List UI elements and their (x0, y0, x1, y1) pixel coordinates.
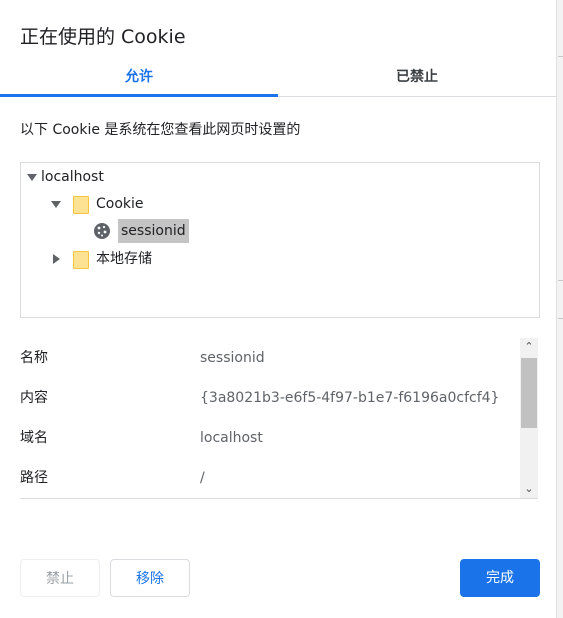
dialog-title: 正在使用的 Cookie (20, 26, 186, 48)
tree-item-cookie-folder[interactable]: Cookie (21, 192, 221, 216)
tab-blocked[interactable]: 已禁止 (278, 58, 556, 96)
tree-item-label: 本地存储 (96, 251, 152, 267)
cookie-details-panel[interactable]: 名称 sessionid 内容 {3a8021b3-e6f5-4f97-b1e7… (20, 338, 538, 499)
folder-icon (73, 196, 89, 214)
scroll-thumb[interactable] (521, 358, 537, 428)
folder-icon (73, 251, 89, 269)
cookies-dialog: 正在使用的 Cookie 允许 已禁止 以下 Cookie 是系统在您查看此网页… (0, 0, 556, 618)
tree-item-label: localhost (41, 169, 104, 185)
tab-allowed[interactable]: 允许 (0, 58, 278, 97)
scroll-down-icon[interactable]: ⌄ (520, 480, 538, 498)
details-scrollbar[interactable]: ⌃ ⌄ (520, 338, 538, 498)
detail-key: 路径 (20, 470, 48, 486)
tree-item-label: Cookie (96, 196, 144, 212)
detail-key: 内容 (20, 390, 48, 406)
edge-mark (558, 280, 563, 281)
done-button[interactable]: 完成 (460, 559, 540, 597)
block-button[interactable]: 禁止 (20, 559, 100, 597)
detail-value: localhost (200, 430, 263, 446)
detail-value: {3a8021b3-e6f5-4f97-b1e7-f6196a0cfcf4} (200, 390, 500, 406)
expand-arrow-icon[interactable] (51, 201, 61, 208)
background-page-edge (556, 0, 563, 618)
tree-item-localhost[interactable]: localhost (21, 165, 221, 189)
edge-mark (558, 318, 563, 319)
tab-bar: 允许 已禁止 (0, 58, 556, 97)
cookie-tree: localhost Cookie sessionid 本地存储 (20, 162, 540, 318)
tree-item-sessionid[interactable]: sessionid (21, 219, 221, 243)
remove-button[interactable]: 移除 (110, 559, 190, 597)
cookie-icon (94, 223, 110, 239)
detail-value: sessionid (200, 350, 265, 366)
detail-row-domain: 域名 localhost (20, 418, 518, 458)
description-text: 以下 Cookie 是系统在您查看此网页时设置的 (20, 122, 301, 138)
detail-key: 域名 (20, 430, 48, 446)
detail-row-name: 名称 sessionid (20, 338, 518, 378)
edge-mark (558, 56, 563, 57)
expand-arrow-icon[interactable] (27, 174, 37, 181)
detail-value: / (200, 470, 205, 486)
tree-item-local-storage[interactable]: 本地存储 (21, 247, 221, 271)
detail-row-content: 内容 {3a8021b3-e6f5-4f97-b1e7-f6196a0cfcf4… (20, 378, 518, 418)
scroll-up-icon[interactable]: ⌃ (520, 338, 538, 356)
detail-key: 名称 (20, 350, 48, 366)
expand-arrow-icon[interactable] (53, 254, 60, 264)
tree-item-label: sessionid (118, 219, 189, 243)
detail-row-path: 路径 / (20, 458, 518, 498)
